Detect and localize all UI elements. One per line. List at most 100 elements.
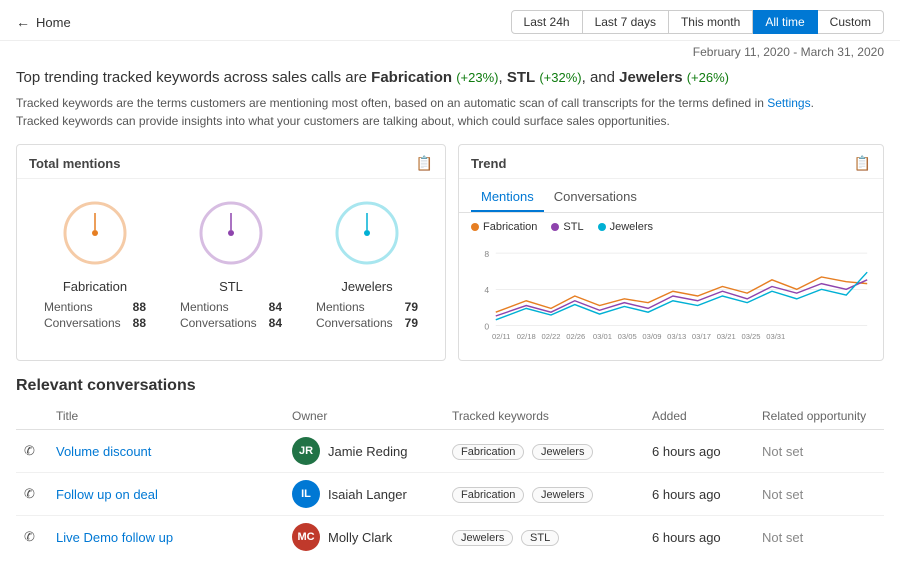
jewelers-circle-svg xyxy=(327,193,407,273)
conversations-table: Title Owner Tracked keywords Added Relat… xyxy=(16,405,884,558)
row3-keywords: Jewelers STL xyxy=(444,516,644,559)
filter-custom[interactable]: Custom xyxy=(818,10,884,34)
conversations-title: Relevant conversations xyxy=(16,377,884,395)
filter-last7d[interactable]: Last 7 days xyxy=(583,10,669,34)
legend-label-jewelers: Jewelers xyxy=(610,221,653,233)
back-link[interactable]: ← Home xyxy=(16,14,71,30)
svg-text:02/11: 02/11 xyxy=(492,332,510,341)
col-added: Added xyxy=(644,405,754,430)
circles-row: Fabrication Mentions 88 Conversations 88 xyxy=(17,179,445,338)
col-opportunity: Related opportunity xyxy=(754,405,884,430)
total-mentions-card: Total mentions 📋 Fabrication Mentions 88 xyxy=(16,144,446,361)
keyword-tag: Jewelers xyxy=(532,444,593,460)
filter-alltime[interactable]: All time xyxy=(753,10,817,34)
row1-title[interactable]: Volume discount xyxy=(48,430,284,473)
svg-text:03/01: 03/01 xyxy=(593,332,612,341)
phone-icon: ✆ xyxy=(24,486,35,501)
row2-title[interactable]: Follow up on deal xyxy=(48,473,284,516)
fabrication-label: Fabrication xyxy=(63,279,127,294)
legend-jewelers: Jewelers xyxy=(598,221,653,233)
circle-jewelers: Jewelers Mentions 79 Conversations 79 xyxy=(316,193,418,330)
svg-text:4: 4 xyxy=(484,285,489,295)
phone-icon: ✆ xyxy=(24,443,35,458)
svg-text:02/18: 02/18 xyxy=(517,332,536,341)
row3-owner-cell: MC Molly Clark xyxy=(292,523,436,551)
pct-fabrication: (+23%) xyxy=(456,70,498,85)
fabrication-circle-svg xyxy=(55,193,135,273)
jewelers-mentions: 79 xyxy=(405,300,418,314)
row3-title[interactable]: Live Demo follow up xyxy=(48,516,284,559)
row1-owner-cell: JR Jamie Reding xyxy=(292,437,436,465)
trend-tabs: Mentions Conversations xyxy=(459,179,883,213)
keyword-fabrication: Fabrication xyxy=(371,69,452,86)
fabrication-stats: Mentions 88 Conversations 88 xyxy=(44,300,146,330)
settings-link[interactable]: Settings xyxy=(767,96,810,110)
description: Tracked keywords are the terms customers… xyxy=(16,94,884,130)
time-filters: Last 24h Last 7 days This month All time… xyxy=(511,10,884,34)
svg-text:03/25: 03/25 xyxy=(741,332,760,341)
header: ← Home Last 24h Last 7 days This month A… xyxy=(0,0,900,41)
row1-keywords: Fabrication Jewelers xyxy=(444,430,644,473)
row2-added: 6 hours ago xyxy=(644,473,754,516)
keyword-tag: Fabrication xyxy=(452,444,524,460)
filter-thismonth[interactable]: This month xyxy=(669,10,753,34)
filter-last24h[interactable]: Last 24h xyxy=(511,10,583,34)
phone-icon: ✆ xyxy=(24,529,35,544)
conversations-section: Relevant conversations Title Owner Track… xyxy=(0,371,900,568)
svg-text:03/17: 03/17 xyxy=(692,332,711,341)
stl-circle-svg xyxy=(191,193,271,273)
stl-label: STL xyxy=(219,279,243,294)
row2-keywords: Fabrication Jewelers xyxy=(444,473,644,516)
svg-text:03/13: 03/13 xyxy=(667,332,686,341)
trend-chart-svg: 8 4 0 02/11 02/18 02/22 02/26 03/01 0 xyxy=(471,241,871,351)
jewelers-label: Jewelers xyxy=(341,279,392,294)
stl-mentions: 84 xyxy=(269,300,282,314)
back-arrow-icon: ← xyxy=(16,14,30,30)
keyword-stl: STL xyxy=(507,69,535,86)
fabrication-mentions: 88 xyxy=(133,300,146,314)
trend-legend: Fabrication STL Jewelers xyxy=(459,213,883,237)
row1-opportunity: Not set xyxy=(754,430,884,473)
col-owner: Owner xyxy=(284,405,444,430)
pct-stl: (+32%) xyxy=(539,70,581,85)
mentions-copy-icon[interactable]: 📋 xyxy=(416,155,433,172)
tab-mentions[interactable]: Mentions xyxy=(471,185,544,212)
trend-title: Trend xyxy=(471,156,506,171)
row3-added: 6 hours ago xyxy=(644,516,754,559)
keyword-tag: Jewelers xyxy=(452,530,513,546)
legend-stl: STL xyxy=(551,221,583,233)
legend-label-stl: STL xyxy=(563,221,583,233)
headline-prefix: Top trending tracked keywords across sal… xyxy=(16,69,367,86)
tab-conversations[interactable]: Conversations xyxy=(544,185,647,212)
legend-label-fabrication: Fabrication xyxy=(483,221,537,233)
keyword-tag: Fabrication xyxy=(452,487,524,503)
svg-text:03/21: 03/21 xyxy=(717,332,736,341)
chart-area: 8 4 0 02/11 02/18 02/22 02/26 03/01 0 xyxy=(459,237,883,360)
svg-text:03/09: 03/09 xyxy=(642,332,661,341)
svg-text:02/26: 02/26 xyxy=(566,332,585,341)
col-title: Title xyxy=(48,405,284,430)
table-row: ✆ Live Demo follow up MC Molly Clark Jew… xyxy=(16,516,884,559)
fabrication-conversations: 88 xyxy=(133,316,146,330)
table-row: ✆ Follow up on deal IL Isaiah Langer Fab… xyxy=(16,473,884,516)
legend-dot-stl xyxy=(551,223,559,231)
row1-added: 6 hours ago xyxy=(644,430,754,473)
pct-jewelers: (+26%) xyxy=(687,70,729,85)
date-range: February 11, 2020 - March 31, 2020 xyxy=(0,41,900,59)
row2-owner-cell: IL Isaiah Langer xyxy=(292,480,436,508)
row3-opportunity: Not set xyxy=(754,516,884,559)
keyword-tag: Jewelers xyxy=(532,487,593,503)
col-phone xyxy=(16,405,48,430)
circle-fabrication: Fabrication Mentions 88 Conversations 88 xyxy=(44,193,146,330)
trend-copy-icon[interactable]: 📋 xyxy=(854,155,871,172)
svg-text:8: 8 xyxy=(484,249,489,259)
row2-owner-name: Isaiah Langer xyxy=(328,487,407,502)
table-row: ✆ Volume discount JR Jamie Reding Fabric… xyxy=(16,430,884,473)
mentions-title: Total mentions xyxy=(29,156,120,171)
stl-stats: Mentions 84 Conversations 84 xyxy=(180,300,282,330)
stl-conversations: 84 xyxy=(269,316,282,330)
jewelers-stats: Mentions 79 Conversations 79 xyxy=(316,300,418,330)
legend-fabrication: Fabrication xyxy=(471,221,537,233)
svg-text:03/31: 03/31 xyxy=(766,332,785,341)
svg-text:0: 0 xyxy=(484,321,489,331)
